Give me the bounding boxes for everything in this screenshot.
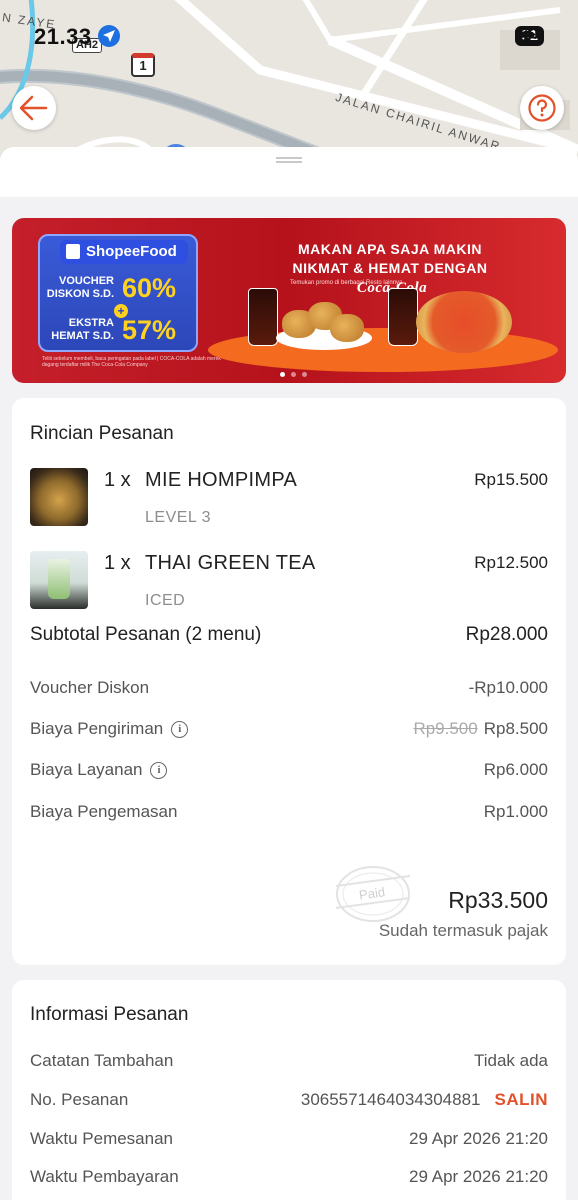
- carousel-dot[interactable]: [291, 372, 296, 377]
- packaging-fee-label: Biaya Pengemasan: [30, 802, 177, 822]
- service-fee-value: Rp6.000: [483, 760, 548, 779]
- order-number-label: No. Pesanan: [30, 1090, 129, 1109]
- order-info-card: Informasi Pesanan Catatan Tambahan Tidak…: [12, 980, 566, 1200]
- extra-percent: 57%: [122, 315, 177, 345]
- tea-glass-image: [48, 559, 70, 599]
- sheet-header: [0, 147, 578, 197]
- item-variant: ICED: [145, 592, 186, 609]
- location-arrow-icon: [98, 25, 120, 47]
- tax-note: Sudah termasuk pajak: [378, 921, 548, 940]
- shopping-bag-icon: [66, 244, 80, 259]
- additional-notes-value: Tidak ada: [473, 1051, 548, 1070]
- row-label-text: Voucher Diskon: [30, 678, 150, 697]
- banner-subnote: Temukan promo di berbagai Resto lainnya: [290, 280, 403, 286]
- headline-line-2-text: NIKMAT & HEMAT DENGAN: [292, 260, 488, 276]
- info-icon[interactable]: i: [171, 720, 189, 738]
- delivery-fee-label: Biaya Pengiriman i: [30, 719, 189, 739]
- banner-disclaimer: Teliti sebelum membeli, baca peringatan …: [42, 356, 221, 368]
- order-number-value: 3065571464034304881 SALIN: [301, 1090, 548, 1110]
- wifi-icon: [515, 26, 540, 43]
- service-fee-label: Biaya Layanan i: [30, 760, 168, 780]
- paid-stamp: Paid: [332, 862, 414, 924]
- voucher-discount-value: -Rp10.000: [468, 678, 548, 697]
- item-thumbnail: [30, 468, 88, 526]
- back-button[interactable]: [12, 86, 56, 130]
- item-name: THAI GREEN TEA: [145, 552, 316, 574]
- order-details-title: Rincian Pesanan: [30, 423, 174, 444]
- headline-line-1: MAKAN APA SAJA MAKIN: [298, 241, 482, 257]
- question-mark-icon: [528, 94, 556, 122]
- additional-notes-label: Catatan Tambahan: [30, 1051, 174, 1070]
- back-arrow-icon: [19, 95, 48, 121]
- item-variant: LEVEL 3: [145, 509, 212, 526]
- carousel-dots[interactable]: [280, 372, 307, 377]
- item-name: MIE HOMPIMPA: [145, 469, 298, 491]
- order-info-title: Informasi Pesanan: [30, 1004, 189, 1025]
- order-details-card: Rincian Pesanan 1 x MIE HOMPIMPA LEVEL 3…: [12, 398, 566, 965]
- extra-label: EKSTRA HEMAT S.D.: [51, 317, 114, 342]
- sheet-drag-handle[interactable]: [276, 157, 302, 163]
- item-quantity: 1 x: [104, 469, 131, 491]
- order-number: 3065571464034304881: [300, 1090, 481, 1109]
- voucher-discount-label: Voucher Diskon: [30, 678, 149, 698]
- delivery-fee-amount: Rp8.500: [483, 719, 548, 738]
- row-label-text: Biaya Layanan: [30, 760, 143, 779]
- item-price: Rp15.500: [474, 470, 548, 489]
- voucher-percent: 60%: [122, 273, 177, 303]
- order-time-value: 29 Apr 2026 21:20: [409, 1129, 548, 1148]
- extra-saving-row: EKSTRA HEMAT S.D. 57%: [44, 314, 194, 346]
- promo-banner[interactable]: ShopeeFood VOUCHER DISKON S.D. 60% + EKS…: [12, 218, 566, 383]
- payment-time-label: Waktu Pembayaran: [30, 1167, 179, 1186]
- status-bar: 21.33 81: [0, 0, 578, 72]
- carousel-dot[interactable]: [302, 372, 307, 377]
- info-icon[interactable]: i: [150, 761, 168, 779]
- status-time: 21.33: [34, 24, 92, 49]
- voucher-label: VOUCHER DISKON S.D.: [46, 275, 114, 300]
- payment-time-value: 29 Apr 2026 21:20: [409, 1167, 548, 1186]
- subtotal-value: Rp28.000: [465, 624, 548, 645]
- help-button[interactable]: [520, 86, 564, 130]
- item-thumbnail: [30, 551, 88, 609]
- shopeefood-logo: ShopeeFood: [60, 240, 188, 264]
- cola-cup-image: [388, 288, 418, 346]
- status-icons: 81: [515, 26, 544, 46]
- pizza-image: [416, 291, 512, 353]
- subtotal-label: Subtotal Pesanan (2 menu): [30, 624, 262, 645]
- item-quantity: 1 x: [104, 552, 131, 574]
- fried-chicken-image: [330, 314, 364, 342]
- brand-name: ShopeeFood: [86, 243, 177, 260]
- delivery-fee-value: Rp9.500 Rp8.500: [413, 719, 548, 739]
- cola-cup-image: [248, 288, 278, 346]
- packaging-fee-value: Rp1.000: [483, 802, 548, 821]
- order-sheet: ShopeeFood VOUCHER DISKON S.D. 60% + EKS…: [0, 147, 578, 1200]
- row-label-text: Biaya Pengiriman: [30, 719, 164, 738]
- order-time-label: Waktu Pemesanan: [30, 1129, 173, 1148]
- row-label-text: Biaya Pengemasan: [30, 802, 178, 821]
- original-delivery-fee: Rp9.500: [413, 719, 478, 738]
- order-total: Rp33.500: [448, 887, 548, 913]
- voucher-box: ShopeeFood VOUCHER DISKON S.D. 60% + EKS…: [38, 234, 198, 352]
- map-view[interactable]: JALAN CHAIRIL ANWAR N ZAYE AH2 1 21.33 8…: [0, 0, 578, 165]
- carousel-dot[interactable]: [280, 372, 285, 377]
- copy-order-number-button[interactable]: SALIN: [495, 1090, 549, 1109]
- item-price: Rp12.500: [474, 553, 548, 572]
- voucher-discount-row: VOUCHER DISKON S.D. 60%: [44, 272, 194, 304]
